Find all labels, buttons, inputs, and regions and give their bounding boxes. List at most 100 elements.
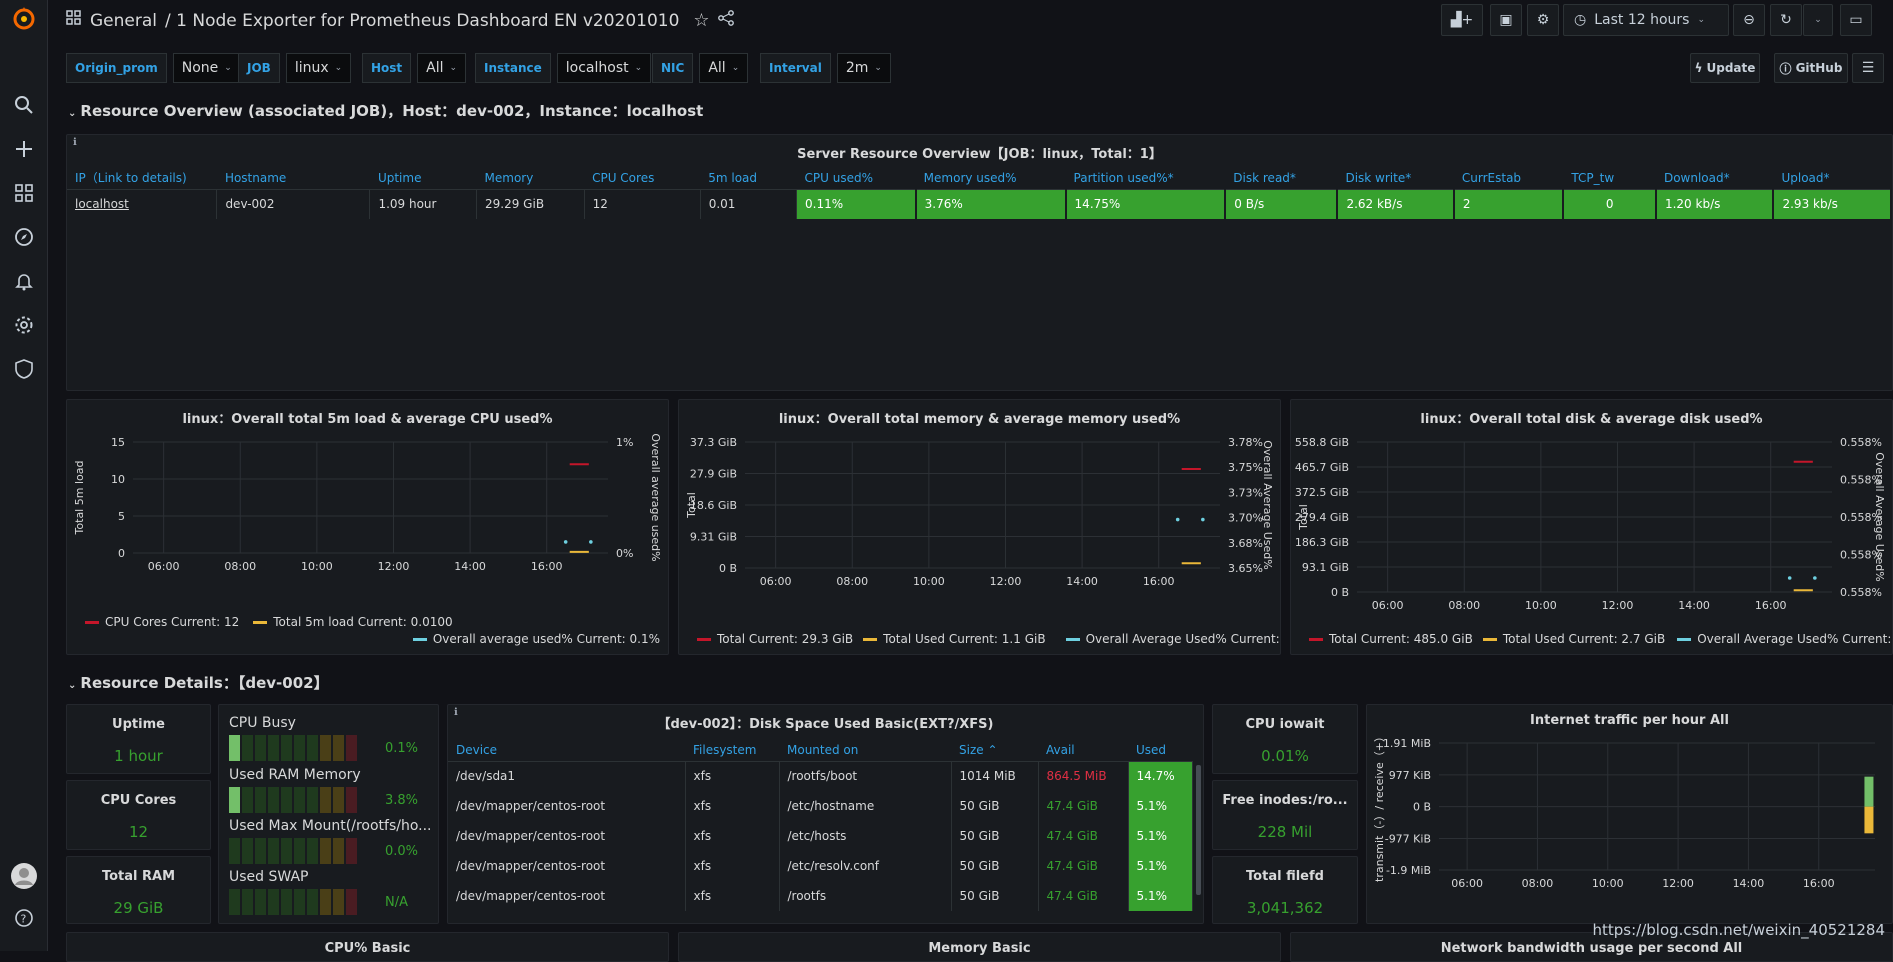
panel-title: 【dev-002】：Disk Space Used Basic(EXT?/XFS… — [657, 717, 994, 732]
update-link[interactable]: ϟ Update — [1690, 53, 1760, 83]
var-select[interactable]: 2m ⌄ — [836, 53, 891, 83]
series-point-average — [1787, 576, 1792, 580]
refresh-interval-button[interactable]: ⌄ — [1803, 4, 1833, 36]
column-header[interactable]: Download* — [1655, 167, 1774, 190]
add-panel-button[interactable]: ▟+ — [1441, 4, 1483, 36]
panel-title: linux：Overall total memory & average mem… — [778, 412, 1181, 427]
column-header[interactable]: Memory — [476, 167, 585, 190]
column-header[interactable]: Disk write* — [1337, 167, 1454, 190]
table-cell: /rootfs/boot — [779, 761, 952, 791]
var-value: All — [708, 60, 726, 76]
y-tick-label: 37.3 GiB — [690, 436, 737, 449]
share-icon[interactable] — [717, 10, 734, 31]
legend-item[interactable]: Overall Average Used% Current: 0.6% — [1697, 632, 1892, 646]
help-icon[interactable]: ? — [10, 904, 38, 932]
bar-gauge-cell — [268, 787, 279, 813]
legend-item[interactable]: Overall Average Used% Current: 3.7% — [1086, 632, 1280, 646]
var-nic: NIC All ⌄ — [652, 53, 749, 83]
column-header[interactable]: Filesystem — [685, 739, 779, 762]
legend-item[interactable]: Total Used Current: 1.1 GiB — [883, 632, 1045, 646]
settings-button[interactable]: ⚙ — [1527, 4, 1559, 36]
panel-title: linux：Overall total 5m load & average CP… — [182, 412, 553, 427]
column-header[interactable]: Memory used% — [915, 167, 1066, 190]
y-tick-label: 27.9 GiB — [690, 468, 737, 481]
var-select[interactable]: localhost ⌄ — [556, 53, 652, 83]
gear-icon[interactable] — [10, 311, 38, 339]
column-header[interactable]: Device — [448, 739, 685, 762]
var-select[interactable]: linux ⌄ — [285, 53, 352, 83]
legend-item[interactable]: Total Current: 29.3 GiB — [717, 632, 853, 646]
legend-item[interactable]: Total Used Current: 2.7 GiB — [1503, 632, 1665, 646]
bar-gauge-label: CPU Busy — [229, 715, 296, 731]
column-header[interactable]: TCP_tw — [1563, 167, 1656, 190]
avatar[interactable] — [10, 862, 38, 890]
chart-panel-memory: linux：Overall total memory & average mem… — [678, 399, 1281, 655]
stat-iowait: CPU iowait 0.01% — [1212, 704, 1358, 774]
bell-icon[interactable] — [10, 267, 38, 295]
column-header[interactable]: Hostname — [216, 167, 370, 190]
var-select[interactable]: All ⌄ — [699, 53, 749, 83]
legend-swatch — [1677, 638, 1692, 641]
column-header[interactable]: IP（Link to details) — [67, 167, 217, 190]
row-title-overview[interactable]: ⌄ Resource Overview (associated JOB)，Host… — [68, 100, 703, 121]
var-select[interactable]: All ⌄ — [417, 53, 467, 83]
star-icon[interactable]: ☆ — [693, 10, 709, 31]
column-header[interactable]: Mounted on — [779, 739, 951, 762]
dashboards-icon[interactable] — [10, 179, 38, 207]
bar-gauge-cell — [255, 838, 266, 864]
table-cell: 2.62 kB/s — [1337, 189, 1455, 219]
column-header[interactable]: Avail — [1038, 739, 1128, 762]
y-tick-label: 977 KiB — [1389, 769, 1431, 782]
bar-gauge-value: 0.0% — [385, 844, 419, 859]
var-label: Instance — [475, 53, 551, 83]
bar-gauge-value: N/A — [385, 895, 408, 910]
grafana-logo-icon[interactable] — [10, 4, 38, 32]
legend-item[interactable]: CPU Cores Current: 12 — [105, 615, 239, 629]
var-select[interactable]: None ⌄ — [172, 53, 241, 83]
search-icon[interactable] — [10, 91, 38, 119]
x-tick-label: 06:00 — [1372, 599, 1404, 612]
bar-gauge-value: 0.1% — [385, 741, 419, 756]
bar-gauge-cell — [229, 889, 240, 915]
bar-gauge — [229, 787, 357, 813]
y2-tick-label: 1% — [616, 436, 633, 449]
github-link[interactable]: ⓘ GitHub — [1774, 53, 1848, 83]
row-overview-label: Resource Overview (associated JOB)，Host：… — [80, 102, 704, 120]
column-header[interactable]: Upload* — [1773, 167, 1891, 190]
breadcrumb-root[interactable]: General — [90, 11, 157, 31]
dashboard-title[interactable]: / 1 Node Exporter for Prometheus Dashboa… — [165, 11, 679, 31]
bar-gauge-cell — [242, 838, 253, 864]
refresh-button[interactable]: ↻ — [1770, 4, 1802, 36]
scrollbar[interactable] — [1196, 765, 1201, 895]
column-header[interactable]: Used — [1128, 739, 1192, 762]
save-button[interactable]: ▣ — [1490, 4, 1522, 36]
compass-icon[interactable] — [10, 223, 38, 251]
column-header[interactable]: Disk read* — [1225, 167, 1338, 190]
column-header[interactable]: 5m load — [700, 167, 797, 190]
shield-icon[interactable] — [10, 355, 38, 383]
time-picker-button[interactable]: ◷ Last 12 hours ⌄ — [1563, 4, 1729, 36]
bar-gauge-cell — [229, 787, 240, 813]
column-header[interactable]: Partition used%* — [1065, 167, 1226, 190]
save-icon: ▣ — [1499, 12, 1513, 28]
column-header[interactable]: CPU Cores — [584, 167, 701, 190]
x-tick-label: 08:00 — [224, 560, 256, 573]
bar-gauge-label: Used Max Mount(/rootfs/ho... — [229, 818, 432, 834]
column-header[interactable]: Uptime — [369, 167, 477, 190]
zoom-out-button[interactable]: ⊖ — [1733, 4, 1765, 36]
row-title-details[interactable]: ⌄ Resource Details：【dev-002】 — [68, 672, 329, 693]
menu-button[interactable]: ☰ — [1852, 53, 1884, 83]
x-tick-label: 08:00 — [836, 575, 868, 588]
tv-mode-button[interactable]: ▭ — [1840, 4, 1872, 36]
legend-item[interactable]: Total 5m load Current: 0.0100 — [273, 615, 452, 629]
legend-item[interactable]: Total Current: 485.0 GiB — [1329, 632, 1473, 646]
table-cell: 2.93 kb/s — [1773, 189, 1892, 219]
info-circle-icon: ⓘ — [1779, 61, 1792, 76]
legend-item[interactable]: Overall average used% Current: 0.1% — [433, 632, 660, 646]
column-header[interactable]: CPU used% — [796, 167, 916, 190]
host-link[interactable]: localhost — [67, 189, 218, 219]
column-header[interactable]: CurrEstab — [1453, 167, 1564, 190]
plus-icon[interactable] — [10, 135, 38, 163]
column-header[interactable]: Size ⌃ — [951, 739, 1038, 762]
stat-inodes: Free inodes:/ro... 228 Mil — [1212, 780, 1358, 850]
